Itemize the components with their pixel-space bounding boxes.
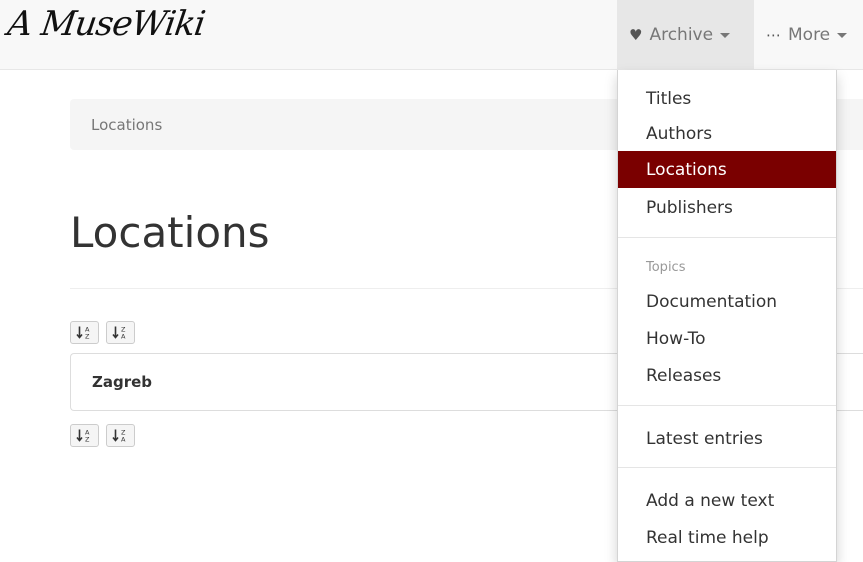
breadcrumb-current: Locations xyxy=(91,115,163,134)
sort-desc-button[interactable]: Z A xyxy=(106,424,135,447)
ellipsis-icon: ⋯ xyxy=(766,26,781,44)
caret-down-icon xyxy=(837,32,848,38)
menu-divider xyxy=(618,467,836,468)
sort-alpha-desc-icon: Z A xyxy=(112,429,126,444)
location-item-zagreb[interactable]: Zagreb xyxy=(92,373,152,391)
site-logo[interactable]: A MuseWiki xyxy=(5,4,207,44)
menu-item-locations[interactable]: Locations xyxy=(618,151,836,188)
sort-alpha-desc-icon: Z A xyxy=(112,326,126,341)
menu-item-add-new-text[interactable]: Add a new text xyxy=(618,482,836,519)
navbar: A MuseWiki ♥ Archive ⋯ More xyxy=(0,0,863,70)
menu-item-titles[interactable]: Titles xyxy=(618,80,836,117)
nav-more-label: More xyxy=(788,25,831,45)
svg-text:A: A xyxy=(121,333,126,341)
svg-text:Z: Z xyxy=(85,333,90,341)
menu-item-authors[interactable]: Authors xyxy=(618,115,836,152)
sort-controls-top: A Z Z A xyxy=(70,321,135,344)
menu-item-publishers[interactable]: Publishers xyxy=(618,189,836,226)
menu-item-latest-entries[interactable]: Latest entries xyxy=(618,420,836,457)
menu-item-releases[interactable]: Releases xyxy=(618,357,836,394)
svg-text:Z: Z xyxy=(85,436,90,444)
archive-dropdown-menu: Titles Authors Locations Publishers Topi… xyxy=(617,70,837,562)
nav-archive-label: Archive xyxy=(649,25,714,45)
sort-desc-button[interactable]: Z A xyxy=(106,321,135,344)
nav-archive-dropdown[interactable]: ♥ Archive xyxy=(617,0,754,70)
menu-header-topics: Topics xyxy=(646,260,686,275)
menu-item-real-time-help[interactable]: Real time help xyxy=(618,519,836,556)
sort-alpha-asc-icon: A Z xyxy=(76,429,90,444)
page-title: Locations xyxy=(70,208,270,257)
svg-text:A: A xyxy=(121,436,126,444)
sort-controls-bottom: A Z Z A xyxy=(70,424,135,447)
menu-item-how-to[interactable]: How-To xyxy=(618,320,836,357)
menu-divider xyxy=(618,237,836,238)
sort-asc-button[interactable]: A Z xyxy=(70,321,99,344)
sort-alpha-asc-icon: A Z xyxy=(76,326,90,341)
nav-more-dropdown[interactable]: ⋯ More xyxy=(754,0,863,70)
menu-item-documentation[interactable]: Documentation xyxy=(618,283,836,320)
menu-divider xyxy=(618,405,836,406)
heart-icon: ♥ xyxy=(629,26,643,44)
sort-asc-button[interactable]: A Z xyxy=(70,424,99,447)
caret-down-icon xyxy=(720,32,731,38)
